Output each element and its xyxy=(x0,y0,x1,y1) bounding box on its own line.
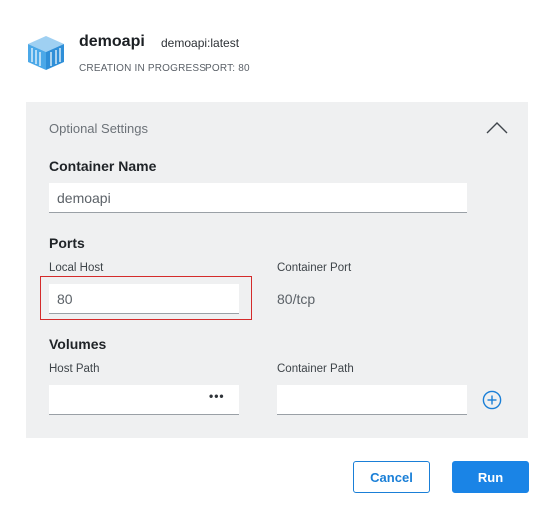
container-port-label: Container Port xyxy=(277,262,352,274)
browse-button[interactable]: ••• xyxy=(209,389,225,403)
plus-circle-icon[interactable] xyxy=(482,390,502,410)
cancel-button[interactable]: Cancel xyxy=(353,461,430,493)
ports-heading: Ports xyxy=(49,235,85,251)
optional-settings-title: Optional Settings xyxy=(49,121,149,136)
local-host-input[interactable]: 80 xyxy=(49,284,239,314)
container-path-input[interactable] xyxy=(277,385,467,415)
container-name-heading: Container Name xyxy=(49,158,157,174)
container-icon xyxy=(26,34,66,72)
container-title: demoapi xyxy=(79,33,145,50)
port-text: PORT: 80 xyxy=(205,63,250,74)
chevron-up-icon[interactable] xyxy=(486,120,508,134)
status-text: CREATION IN PROGRESS xyxy=(79,63,207,74)
host-path-label: Host Path xyxy=(49,363,100,375)
run-button[interactable]: Run xyxy=(452,461,529,493)
container-name-input[interactable]: demoapi xyxy=(49,183,467,213)
volumes-heading: Volumes xyxy=(49,336,107,352)
local-host-label: Local Host xyxy=(49,262,104,274)
image-tag: demoapi:latest xyxy=(161,36,240,50)
container-path-label: Container Path xyxy=(277,363,354,375)
container-port-value: 80/tcp xyxy=(277,291,316,307)
